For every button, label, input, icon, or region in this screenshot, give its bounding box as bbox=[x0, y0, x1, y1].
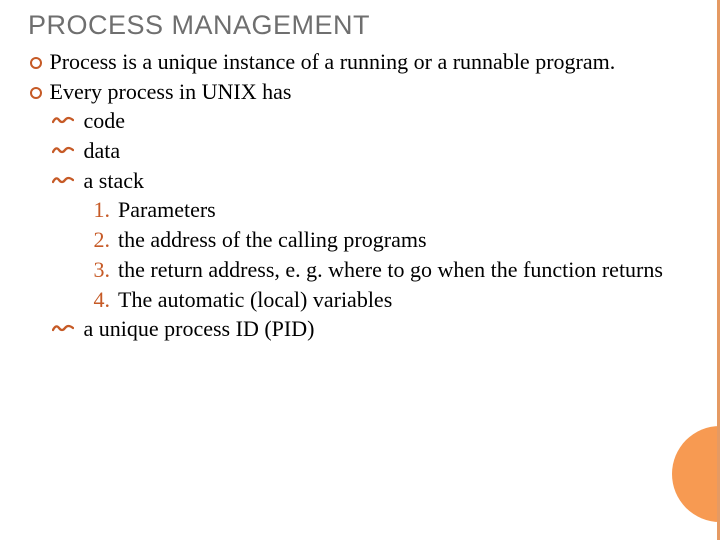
sub-3: a stack bbox=[30, 166, 692, 196]
circle-bullet-icon bbox=[30, 57, 42, 69]
squiggle-icon bbox=[52, 114, 74, 126]
circle-bullet-icon bbox=[30, 87, 42, 99]
num-3-text: the return address, e. g. where to go wh… bbox=[118, 257, 663, 282]
sub-4-text: a unique process ID (PID) bbox=[84, 316, 315, 341]
num-marker: 4. bbox=[82, 285, 110, 315]
num-4-text: The automatic (local) variables bbox=[118, 287, 392, 312]
num-marker: 1. bbox=[82, 195, 110, 225]
bullet-1: Process is a unique instance of a runnin… bbox=[30, 47, 692, 77]
sub-1: code bbox=[30, 106, 692, 136]
num-marker: 2. bbox=[82, 225, 110, 255]
num-1: 1. Parameters bbox=[30, 195, 692, 225]
bullet-1-text: Process is a unique instance of a runnin… bbox=[50, 49, 616, 74]
squiggle-icon bbox=[52, 174, 74, 186]
bullet-2: Every process in UNIX has bbox=[30, 77, 692, 107]
slide-body: Process is a unique instance of a runnin… bbox=[28, 47, 692, 344]
num-2-text: the address of the calling programs bbox=[118, 227, 427, 252]
bullet-2-text: Every process in UNIX has bbox=[50, 79, 292, 104]
squiggle-icon bbox=[52, 144, 74, 156]
sub-2-text: data bbox=[84, 138, 121, 163]
num-3: 3. the return address, e. g. where to go … bbox=[30, 255, 692, 285]
num-2: 2. the address of the calling programs bbox=[30, 225, 692, 255]
slide-title: PROCESS MANAGEMENT bbox=[28, 10, 692, 41]
sub-4: a unique process ID (PID) bbox=[30, 314, 692, 344]
sub-3-text: a stack bbox=[84, 168, 144, 193]
num-marker: 3. bbox=[82, 255, 110, 285]
corner-circle-decoration bbox=[672, 426, 720, 522]
slide: PROCESS MANAGEMENT Process is a unique i… bbox=[0, 0, 720, 540]
num-4: 4. The automatic (local) variables bbox=[30, 285, 692, 315]
num-1-text: Parameters bbox=[118, 197, 216, 222]
squiggle-icon bbox=[52, 322, 74, 334]
sub-2: data bbox=[30, 136, 692, 166]
sub-1-text: code bbox=[84, 108, 126, 133]
